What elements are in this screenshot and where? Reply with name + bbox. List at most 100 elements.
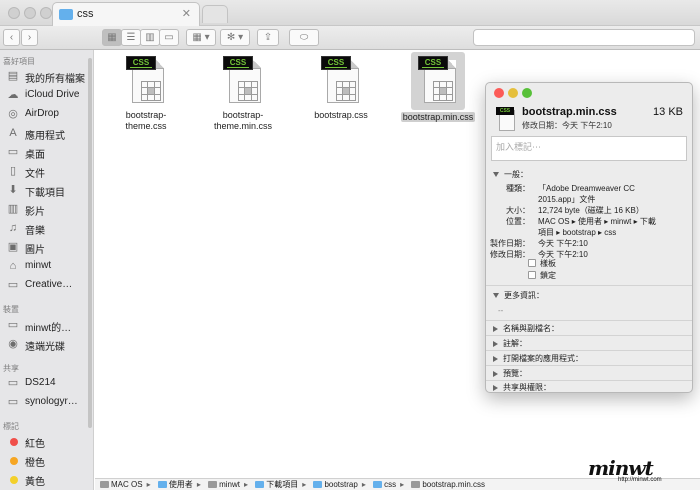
sidebar-item[interactable]: A 應用程式 <box>0 125 86 142</box>
locked-checkbox[interactable] <box>528 271 536 279</box>
sidebar-item[interactable]: ☁ iCloud Drive <box>0 87 86 104</box>
devices-header: 裝置 <box>3 305 19 314</box>
disc-icon: ◉ <box>8 338 18 350</box>
disclosure-right-icon <box>493 340 498 347</box>
sharing-permissions-section-toggle[interactable]: 共享與權限： <box>493 382 551 392</box>
forward-button[interactable]: › <box>21 29 38 46</box>
sidebar-item[interactable]: ▥ 影片 <box>0 201 86 218</box>
file-item[interactable]: CSS bootstrap-theme.min.css <box>198 56 288 132</box>
disclosure-right-icon <box>493 370 498 377</box>
file-item[interactable]: CSS bootstrap-theme.css <box>101 56 191 132</box>
path-item[interactable]: 下載項目 <box>255 479 298 490</box>
sidebar-item[interactable]: 紅色 <box>0 433 86 450</box>
css-file-icon: CSS <box>321 56 361 104</box>
sidebar-item[interactable]: ▭ DS214 <box>0 375 86 392</box>
divider <box>486 350 692 351</box>
info-modified: 修改日期：今天 下午2:10 <box>522 121 612 130</box>
close-window-button[interactable] <box>8 7 20 19</box>
more-info-section-toggle[interactable]: 更多資訊： <box>493 290 544 301</box>
open-with-section-toggle[interactable]: 打開檔案的應用程式： <box>493 353 583 364</box>
divider <box>486 285 692 286</box>
minimize-window-button[interactable] <box>24 7 36 19</box>
sidebar-item[interactable]: ⌂ minwt <box>0 258 86 275</box>
file-item[interactable]: CSS bootstrap.css <box>296 56 386 121</box>
sidebar-item-label: 遠端光碟 <box>25 342 65 353</box>
pictures-icon: ▣ <box>7 241 19 253</box>
sidebar-item[interactable]: ▭ Creative… <box>0 277 86 294</box>
sidebar-item[interactable]: ▭ synologyr… <box>0 394 86 411</box>
sidebar-item-label: 橙色 <box>25 458 45 469</box>
info-close-button[interactable] <box>494 88 504 98</box>
close-tab-icon[interactable]: ✕ <box>182 7 191 20</box>
zoom-window-button[interactable] <box>40 7 52 19</box>
sidebar-item[interactable]: ♫ 音樂 <box>0 220 86 237</box>
tag-button[interactable]: ⬭ <box>289 29 319 46</box>
favorites-header: 喜好項目 <box>3 57 35 66</box>
stationery-checkbox[interactable] <box>528 259 536 267</box>
info-minimize-button[interactable] <box>508 88 518 98</box>
sidebar-item[interactable]: 黃色 <box>0 471 86 488</box>
arrange-button[interactable]: ▦ ▾ <box>186 29 216 46</box>
file-item-selected[interactable]: CSS bootstrap.min.css <box>393 52 483 123</box>
downloads-icon: ⬇ <box>8 184 18 196</box>
get-info-panel: CSS bootstrap.min.css 13 KB 修改日期：今天 下午2:… <box>485 82 693 393</box>
sidebar-item[interactable]: ▣ 圖片 <box>0 239 86 256</box>
locked-label: 鎖定 <box>540 271 556 280</box>
tags-header: 標記 <box>3 422 19 431</box>
path-item[interactable]: minwt <box>208 480 240 489</box>
icon-view-button[interactable]: ▦ <box>102 29 122 46</box>
tag-color-dot <box>10 476 18 484</box>
path-item[interactable]: bootstrap.min.css <box>411 480 485 489</box>
path-item[interactable]: bootstrap <box>313 480 358 489</box>
sidebar-item[interactable]: ▭ 桌面 <box>0 144 86 161</box>
search-input[interactable] <box>473 29 695 46</box>
sidebar-item[interactable]: ⬇ 下載項目 <box>0 182 86 199</box>
info-zoom-button[interactable] <box>522 88 532 98</box>
comments-section-toggle[interactable]: 註解： <box>493 338 527 349</box>
name-extension-section-toggle[interactable]: 名稱與副檔名： <box>493 323 559 334</box>
action-button[interactable]: ✻ ▾ <box>220 29 250 46</box>
cloud-icon: ☁ <box>7 89 19 101</box>
sidebar-item[interactable]: ◉ 遠端光碟 <box>0 336 86 353</box>
path-item[interactable]: 使用者 <box>157 479 193 490</box>
disclosure-down-icon <box>493 293 499 299</box>
divider <box>486 380 692 381</box>
sidebar: 喜好項目 ▤ 我的所有檔案 ☁ iCloud Drive ◎ AirDrop A 應用程式 ▭ 桌… <box>0 50 94 490</box>
sidebar-scroll-thumb[interactable] <box>88 58 92 428</box>
sidebar-item[interactable]: ▤ 我的所有檔案 <box>0 68 86 85</box>
info-size: 13 KB <box>653 106 683 118</box>
sidebar-item-label: 桌面 <box>25 150 45 161</box>
sidebar-item[interactable]: ▭ minwt的… <box>0 317 86 334</box>
path-item[interactable]: MAC OS <box>100 480 143 489</box>
tags-input[interactable]: 加入標記⋯ <box>491 136 687 161</box>
sidebar-item[interactable]: 橙色 <box>0 452 86 469</box>
movies-icon: ▥ <box>7 203 19 215</box>
watermark-logo: minwt http://minwt.com <box>588 456 662 483</box>
sidebar-item[interactable]: ◎ AirDrop <box>0 106 86 123</box>
tab-css[interactable]: css ✕ <box>52 2 200 26</box>
list-view-button[interactable]: ☰ <box>121 29 141 46</box>
share-button[interactable]: ⇪ <box>257 29 279 46</box>
sidebar-item-label: 黃色 <box>25 477 45 488</box>
divider <box>486 335 692 336</box>
sidebar-item-label: Creative… <box>25 279 73 290</box>
home-icon: ⌂ <box>9 260 17 272</box>
sidebar-item-label: synologyr… <box>25 396 78 407</box>
general-section-toggle[interactable]: 一般： <box>493 169 528 180</box>
back-button[interactable]: ‹ <box>3 29 20 46</box>
file-name: bootstrap-theme.css <box>125 110 167 131</box>
folder-icon <box>59 9 73 20</box>
sidebar-item-label: AirDrop <box>25 108 59 119</box>
path-item[interactable]: css <box>373 480 396 489</box>
css-file-icon: CSS <box>411 52 465 110</box>
file-name: bootstrap-theme.min.css <box>213 110 273 131</box>
toolbar: ‹ › ▦ ☰ ▥ ▭ ▦ ▾ ✻ ▾ ⇪ ⬭ <box>0 26 700 50</box>
laptop-icon: ▭ <box>7 319 19 331</box>
sidebar-item[interactable]: ▯ 文件 <box>0 163 86 180</box>
coverflow-view-button[interactable]: ▭ <box>159 29 179 46</box>
sidebar-item-label: 下載項目 <box>25 188 65 199</box>
preview-section-toggle[interactable]: 預覽： <box>493 368 527 379</box>
column-view-button[interactable]: ▥ <box>140 29 160 46</box>
new-tab-button[interactable] <box>202 5 228 23</box>
disclosure-right-icon <box>493 384 498 391</box>
